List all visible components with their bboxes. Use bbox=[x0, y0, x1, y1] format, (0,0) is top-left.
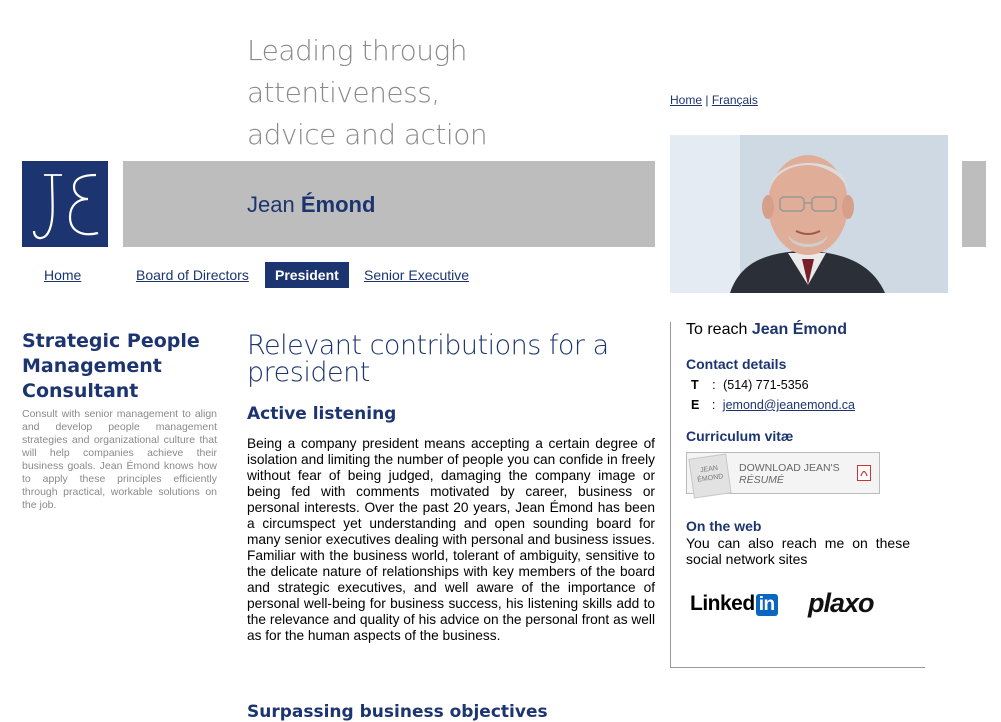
phone-number: (514) 771-5356 bbox=[723, 378, 809, 392]
phone-row: T : (514) 771-5356 bbox=[691, 378, 809, 392]
resume-label-line2: RÉSUMÉ bbox=[739, 474, 784, 486]
linkedin-in-icon: in bbox=[755, 594, 778, 616]
resume-label-line1: DOWNLOAD JEAN'S bbox=[739, 462, 840, 474]
je-logo[interactable] bbox=[22, 161, 108, 247]
language-nav: Home | Français bbox=[670, 93, 758, 107]
banner-first-name: Jean bbox=[247, 192, 295, 217]
name-banner bbox=[123, 161, 655, 247]
email-label: E bbox=[691, 398, 700, 412]
page-title: Relevant contributions for a president bbox=[247, 330, 609, 388]
tagline-line1: Leading through attentiveness, bbox=[247, 34, 468, 109]
cv-title: Curriculum vitæ bbox=[686, 428, 794, 444]
resume-label: DOWNLOAD JEAN'S RÉSUMÉ bbox=[739, 462, 840, 486]
section-heading-surpassing: Surpassing business objectives bbox=[247, 702, 548, 722]
web-title: On the web bbox=[686, 518, 762, 534]
plaxo-logo[interactable]: plaxo bbox=[808, 588, 875, 619]
nav-senior-executive[interactable]: Senior Executive bbox=[364, 262, 469, 288]
banner-name: Jean Émond bbox=[247, 192, 375, 218]
resume-thumbnail: JEAN ÉMOND bbox=[688, 453, 732, 499]
email-link[interactable]: jemond@jeanemond.ca bbox=[723, 398, 855, 412]
nav-board-of-directors[interactable]: Board of Directors bbox=[136, 262, 249, 288]
nav-president[interactable]: President bbox=[265, 262, 349, 288]
phone-label: T bbox=[691, 378, 699, 392]
banner-last-name: Émond bbox=[300, 192, 376, 217]
left-description: Consult with senior management to align … bbox=[22, 408, 217, 511]
banner-edge bbox=[962, 161, 986, 247]
portrait-photo bbox=[670, 135, 948, 293]
portrait-illustration bbox=[670, 135, 948, 293]
download-resume-button[interactable]: JEAN ÉMOND DOWNLOAD JEAN'S RÉSUMÉ bbox=[686, 452, 880, 499]
section-heading-active-listening: Active listening bbox=[247, 404, 397, 424]
reach-name: Jean Émond bbox=[751, 321, 847, 338]
left-title: Strategic People Management Consultant bbox=[22, 330, 200, 402]
je-logo-icon bbox=[32, 173, 99, 240]
tagline: Leading through attentiveness, advice an… bbox=[247, 30, 667, 156]
nav-separator: | bbox=[705, 93, 709, 107]
reach-prefix: To reach bbox=[686, 321, 748, 338]
body-paragraph: Being a company president means acceptin… bbox=[247, 436, 655, 643]
web-description: You can also reach me on these social ne… bbox=[686, 535, 910, 567]
home-link[interactable]: Home bbox=[670, 93, 702, 107]
pdf-icon bbox=[857, 465, 871, 481]
reach-heading: To reach Jean Émond bbox=[686, 321, 847, 339]
contact-details-title: Contact details bbox=[686, 356, 787, 372]
linkedin-logo[interactable]: Linked in bbox=[690, 592, 778, 616]
phone-separator: : bbox=[712, 378, 716, 392]
email-separator: : bbox=[711, 398, 716, 412]
linkedin-text: Linked bbox=[690, 592, 755, 615]
french-link[interactable]: Français bbox=[712, 93, 758, 107]
nav-home[interactable]: Home bbox=[44, 262, 81, 288]
tagline-line2: advice and action bbox=[247, 118, 488, 151]
email-row: E : jemond@jeanemond.ca bbox=[691, 398, 855, 412]
